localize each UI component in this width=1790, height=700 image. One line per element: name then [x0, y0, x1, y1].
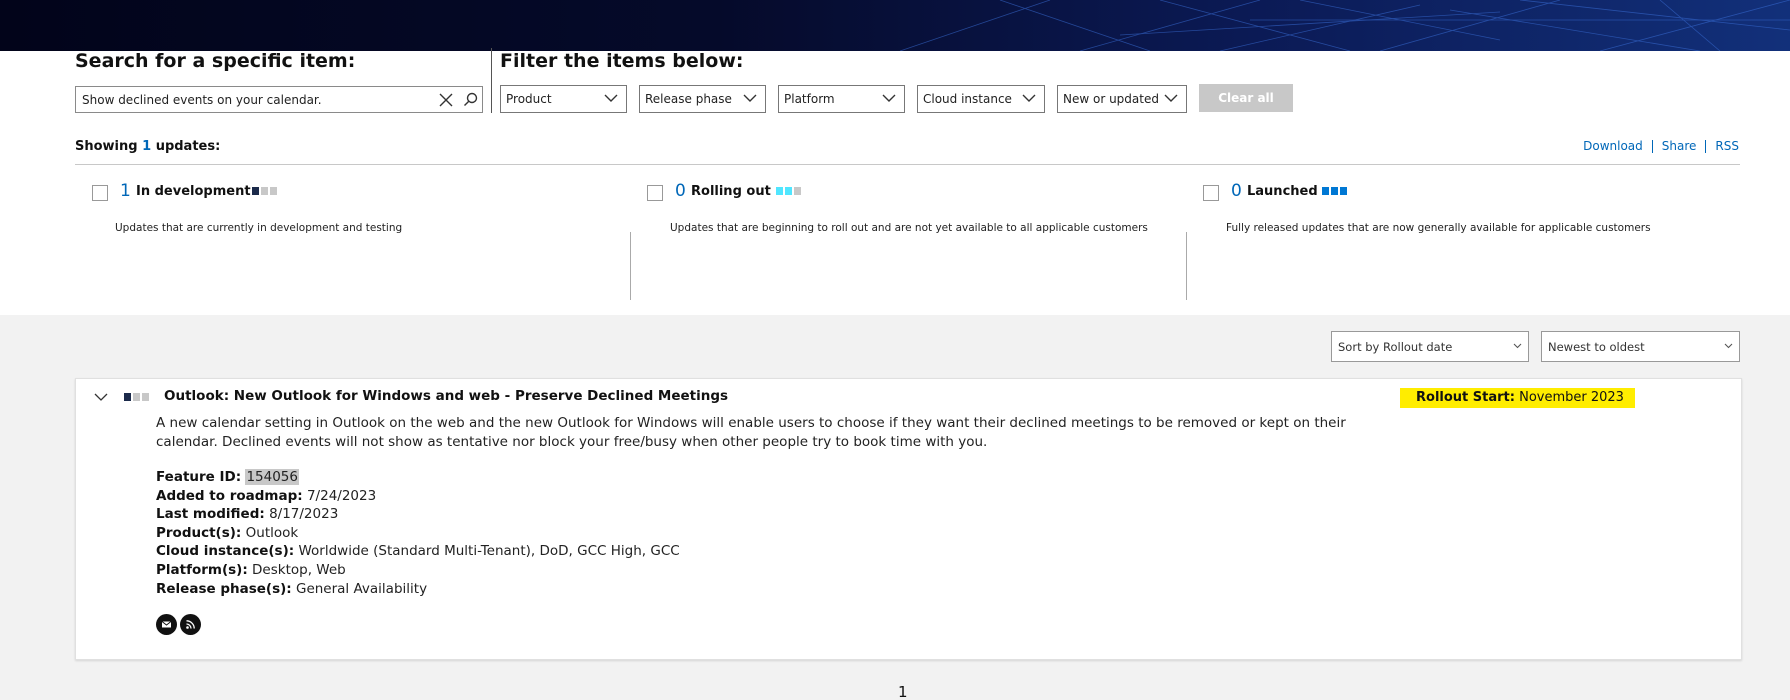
- search-title: Search for a specific item:: [75, 50, 356, 72]
- in-development-count: 1: [120, 181, 131, 201]
- rollout-start-badge: Rollout Start: November 2023: [1400, 388, 1635, 408]
- detail-key: Feature ID:: [156, 469, 242, 485]
- detail-key: Cloud instance(s):: [156, 543, 295, 560]
- status-divider: [630, 232, 631, 300]
- in-development-description: Updates that are currently in developmen…: [115, 222, 403, 234]
- showing-prefix: Showing: [75, 139, 138, 154]
- launched-status-icon: [1322, 187, 1347, 195]
- chevron-down-icon: [1513, 343, 1522, 349]
- status-in-development: 1 In development Updates that are curren…: [92, 181, 612, 266]
- rollout-start-label: Rollout Start:: [1416, 390, 1515, 405]
- release-phase-dropdown-label: Release phase: [645, 92, 732, 106]
- sort-by-label: Sort by Rollout date: [1338, 340, 1453, 354]
- summary-divider: [75, 164, 1740, 165]
- product-dropdown-label: Product: [506, 92, 552, 106]
- detail-row-products: Product(s): Outlook: [156, 524, 680, 543]
- clear-all-button[interactable]: Clear all: [1199, 84, 1293, 112]
- in-development-status-icon: [252, 187, 277, 195]
- detail-row-release-phases: Release phase(s): General Availability: [156, 580, 680, 599]
- filter-title: Filter the items below:: [500, 50, 744, 72]
- detail-row-feature-id: Feature ID: 154056: [156, 468, 680, 487]
- status-divider: [1186, 232, 1187, 300]
- chevron-down-icon: [1022, 94, 1036, 102]
- chevron-down-icon: [882, 94, 896, 102]
- hero-banner: [0, 0, 1790, 51]
- new-or-updated-dropdown[interactable]: New or updated: [1057, 85, 1187, 113]
- detail-value: 7/24/2023: [306, 487, 377, 504]
- cloud-instance-dropdown-label: Cloud instance: [923, 92, 1012, 106]
- network-pattern-graphic: [899, 0, 1790, 51]
- detail-key: Added to roadmap:: [156, 487, 303, 504]
- rolling-out-label: Rolling out: [691, 184, 771, 199]
- sort-by-dropdown[interactable]: Sort by Rollout date: [1331, 331, 1529, 362]
- status-rolling-out: 0 Rolling out Updates that are beginning…: [647, 181, 1167, 266]
- in-development-checkbox[interactable]: [92, 185, 108, 201]
- download-link[interactable]: Download: [1583, 139, 1643, 153]
- platform-dropdown[interactable]: Platform: [778, 85, 905, 113]
- link-separator: [1651, 139, 1653, 153]
- detail-key: Product(s):: [156, 524, 242, 541]
- item-details: Feature ID: 154056 Added to roadmap: 7/2…: [156, 468, 680, 598]
- launched-label: Launched: [1247, 184, 1318, 199]
- release-phase-dropdown[interactable]: Release phase: [639, 85, 766, 113]
- status-launched: 0 Launched Fully released updates that a…: [1203, 181, 1723, 266]
- product-dropdown[interactable]: Product: [500, 85, 627, 113]
- rollout-start-value: November 2023: [1519, 390, 1624, 405]
- search-icon[interactable]: [461, 90, 481, 110]
- platform-dropdown-label: Platform: [784, 92, 835, 106]
- rss-icon[interactable]: [180, 614, 201, 635]
- rolling-out-checkbox[interactable]: [647, 185, 663, 201]
- detail-value: 8/17/2023: [269, 506, 339, 523]
- clear-search-icon[interactable]: [436, 90, 456, 110]
- chevron-down-icon: [604, 94, 618, 102]
- share-link[interactable]: Share: [1662, 139, 1697, 153]
- detail-value: General Availability: [295, 580, 428, 597]
- launched-description: Fully released updates that are now gene…: [1226, 222, 1651, 234]
- chevron-down-icon: [1724, 343, 1733, 349]
- showing-colon: :: [215, 139, 221, 154]
- feature-id-value: 154056: [245, 469, 299, 485]
- collapse-chevron-icon[interactable]: [93, 391, 109, 403]
- rolling-out-status-icon: [776, 187, 801, 195]
- pagination-current-page[interactable]: 1: [898, 683, 908, 700]
- action-links: Download Share RSS: [1583, 139, 1739, 153]
- new-or-updated-dropdown-label: New or updated: [1063, 92, 1159, 106]
- detail-row-modified: Last modified: 8/17/2023: [156, 505, 680, 524]
- email-icon[interactable]: [156, 614, 177, 635]
- link-separator: [1705, 139, 1707, 153]
- item-status-icon: [124, 393, 149, 401]
- launched-checkbox[interactable]: [1203, 185, 1219, 201]
- detail-value: Worldwide (Standard Multi-Tenant), DoD, …: [298, 543, 680, 560]
- detail-key: Platform(s):: [156, 561, 248, 578]
- showing-suffix: updates: [155, 139, 216, 154]
- detail-value: Desktop, Web: [252, 561, 346, 578]
- in-development-label: In development: [136, 184, 251, 199]
- detail-key: Last modified:: [156, 506, 265, 523]
- detail-row-added: Added to roadmap: 7/24/2023: [156, 487, 680, 506]
- launched-count: 0: [1231, 181, 1242, 201]
- rolling-out-description: Updates that are beginning to roll out a…: [670, 222, 1148, 234]
- item-title[interactable]: Outlook: New Outlook for Windows and web…: [164, 388, 728, 404]
- detail-row-platforms: Platform(s): Desktop, Web: [156, 561, 680, 580]
- detail-value: Outlook: [245, 524, 299, 541]
- results-count: Showing 1 updates:: [75, 139, 220, 154]
- item-description: A new calendar setting in Outlook on the…: [156, 415, 1346, 450]
- search-box: [75, 86, 483, 113]
- sort-order-dropdown[interactable]: Newest to oldest: [1541, 331, 1740, 362]
- rss-link[interactable]: RSS: [1715, 139, 1739, 153]
- update-count: 1: [142, 139, 152, 154]
- detail-key: Release phase(s):: [156, 580, 292, 597]
- search-input[interactable]: [82, 90, 422, 109]
- chevron-down-icon: [743, 94, 757, 102]
- detail-row-cloud-instances: Cloud instance(s): Worldwide (Standard M…: [156, 542, 680, 561]
- section-divider: [491, 48, 492, 113]
- cloud-instance-dropdown[interactable]: Cloud instance: [917, 85, 1045, 113]
- rolling-out-count: 0: [675, 181, 686, 201]
- chevron-down-icon: [1164, 94, 1178, 102]
- sort-order-label: Newest to oldest: [1548, 340, 1645, 354]
